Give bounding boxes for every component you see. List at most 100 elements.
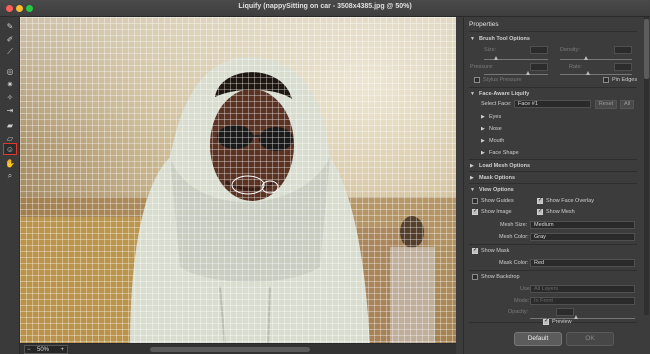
tool-bar: ✎ ✐ ⟋ ◎ ✷ ✧ ⇥ ▰ ▱ ☺ ✋ ⌕ bbox=[0, 17, 20, 354]
rate-slider-handle[interactable] bbox=[586, 71, 590, 75]
divider bbox=[469, 31, 637, 32]
reset-button[interactable]: Reset bbox=[595, 100, 617, 109]
use-dropdown[interactable]: All Layers bbox=[530, 285, 635, 293]
rate-slider[interactable] bbox=[560, 74, 632, 75]
horizontal-scrollbar[interactable] bbox=[150, 347, 310, 352]
zoom-out-icon[interactable]: − bbox=[27, 346, 31, 354]
density-slider-handle[interactable] bbox=[584, 56, 588, 60]
collapsed-arrow-icon: ▶ bbox=[481, 114, 485, 120]
divider bbox=[469, 270, 637, 271]
show-guides-checkbox[interactable] bbox=[472, 198, 478, 204]
density-slider[interactable] bbox=[560, 59, 632, 60]
default-button[interactable]: Default bbox=[514, 332, 562, 346]
title-bar: Liquify (nappySitting on car - 3508x4385… bbox=[0, 0, 650, 17]
window-title: Liquify (nappySitting on car - 3508x4385… bbox=[238, 3, 412, 10]
mouth-item[interactable]: ▶ Mouth bbox=[464, 136, 640, 147]
zoom-field[interactable]: − 50% + bbox=[24, 345, 68, 354]
panel-scrollbar[interactable] bbox=[644, 17, 649, 315]
pressure-input[interactable] bbox=[530, 63, 548, 71]
eyes-item[interactable]: ▶ Eyes bbox=[464, 112, 640, 123]
rate-input[interactable] bbox=[614, 63, 632, 71]
ok-button[interactable]: OK bbox=[566, 332, 614, 346]
panel-scrollbar-thumb[interactable] bbox=[644, 19, 649, 79]
select-face-dropdown[interactable]: Face #1 bbox=[514, 100, 591, 108]
mask-color-label: Mask Color: bbox=[499, 260, 529, 266]
mask-color-dropdown[interactable]: Red bbox=[530, 259, 635, 267]
show-image-checkbox[interactable] bbox=[472, 207, 478, 215]
show-mask-checkbox[interactable] bbox=[472, 246, 478, 254]
collapsed-arrow-icon: ▶ bbox=[481, 150, 485, 156]
face-aware-header[interactable]: ▼ Face-Aware Liquify bbox=[464, 89, 640, 100]
show-image-label: Show Image bbox=[481, 209, 512, 215]
twirl-icon[interactable]: ◎ bbox=[3, 65, 17, 77]
mesh-color-dropdown[interactable]: Gray bbox=[530, 233, 635, 241]
show-face-overlay-label: Show Face Overlay bbox=[546, 198, 594, 204]
push-left-icon[interactable]: ⇥ bbox=[3, 104, 17, 116]
mesh-size-label: Mesh Size: bbox=[500, 222, 528, 228]
preview-label: Preview bbox=[552, 319, 572, 325]
pressure-slider-handle[interactable] bbox=[526, 71, 530, 75]
pin-edges-label: Pin Edges bbox=[612, 77, 638, 83]
show-mask-label: Show Mask bbox=[481, 248, 510, 254]
mesh-color-label: Mesh Color: bbox=[499, 234, 529, 240]
show-guides-label: Show Guides bbox=[481, 198, 514, 204]
pressure-slider[interactable] bbox=[484, 74, 548, 75]
collapsed-arrow-icon: ▶ bbox=[481, 138, 485, 144]
show-backdrop-checkbox[interactable] bbox=[472, 274, 478, 280]
all-button[interactable]: All bbox=[620, 100, 634, 109]
preview-checkbox[interactable] bbox=[543, 317, 549, 325]
properties-panel: Properties ▼ Brush Tool Options Size: De… bbox=[463, 17, 643, 354]
divider bbox=[469, 244, 637, 245]
mode-label: Mode: bbox=[514, 298, 530, 304]
collapsed-arrow-icon: ▶ bbox=[481, 126, 485, 132]
face-shape-item[interactable]: ▶ Face Shape bbox=[464, 148, 640, 159]
mesh-size-dropdown[interactable]: Medium bbox=[530, 221, 635, 229]
pin-edges-checkbox[interactable] bbox=[603, 77, 609, 83]
freeze-mask-icon[interactable]: ▰ bbox=[3, 119, 17, 131]
show-mesh-checkbox[interactable] bbox=[537, 207, 543, 215]
face-tool-icon[interactable]: ☺ bbox=[3, 143, 17, 155]
collapsed-arrow-icon: ▶ bbox=[470, 163, 474, 169]
view-options-header[interactable]: ▼ View Options bbox=[464, 185, 640, 196]
show-mesh-label: Show Mesh bbox=[546, 209, 575, 215]
divider bbox=[469, 171, 637, 172]
hand-icon[interactable]: ✋ bbox=[3, 157, 17, 169]
size-label: Size: bbox=[484, 47, 497, 53]
forward-warp-icon[interactable]: ✎ bbox=[3, 20, 17, 32]
size-input[interactable] bbox=[530, 46, 548, 54]
opacity-label: Opacity: bbox=[508, 309, 529, 315]
divider bbox=[469, 159, 637, 160]
zoom-in-icon[interactable]: + bbox=[60, 346, 64, 354]
image-canvas[interactable] bbox=[20, 17, 456, 343]
opacity-slider-handle[interactable] bbox=[574, 315, 578, 319]
pressure-label: Pressure: bbox=[470, 64, 494, 70]
expand-arrow-icon: ▼ bbox=[470, 36, 475, 42]
brush-options-header[interactable]: ▼ Brush Tool Options bbox=[464, 34, 640, 45]
nose-item[interactable]: ▶ Nose bbox=[464, 124, 640, 135]
expand-arrow-icon: ▼ bbox=[470, 187, 475, 193]
smooth-icon[interactable]: ⟋ bbox=[3, 46, 17, 58]
divider bbox=[469, 183, 637, 184]
collapsed-arrow-icon: ▶ bbox=[470, 175, 474, 181]
size-slider-handle[interactable] bbox=[494, 56, 498, 60]
mode-dropdown[interactable]: In Front bbox=[530, 297, 635, 305]
panel-title: Properties bbox=[469, 21, 499, 28]
show-face-overlay-checkbox[interactable] bbox=[537, 196, 543, 204]
stylus-pressure-label: Stylus Pressure bbox=[483, 77, 522, 83]
status-bar: − 50% + bbox=[20, 343, 456, 354]
density-label: Density: bbox=[560, 47, 580, 53]
show-backdrop-label: Show Backdrop bbox=[481, 274, 520, 280]
expand-arrow-icon: ▼ bbox=[470, 91, 475, 97]
stylus-pressure-checkbox[interactable] bbox=[474, 77, 480, 83]
rate-label: Rate: bbox=[569, 64, 583, 70]
pucker-icon[interactable]: ✷ bbox=[3, 78, 17, 90]
select-face-label: Select Face: bbox=[481, 101, 512, 107]
bloat-icon[interactable]: ✧ bbox=[3, 91, 17, 103]
opacity-input[interactable] bbox=[556, 308, 574, 316]
density-input[interactable] bbox=[614, 46, 632, 54]
divider bbox=[469, 87, 637, 88]
zoom-icon[interactable]: ⌕ bbox=[3, 170, 17, 182]
zoom-value: 50% bbox=[37, 347, 50, 353]
reconstruct-icon[interactable]: ✐ bbox=[3, 33, 17, 45]
photo bbox=[20, 57, 456, 343]
